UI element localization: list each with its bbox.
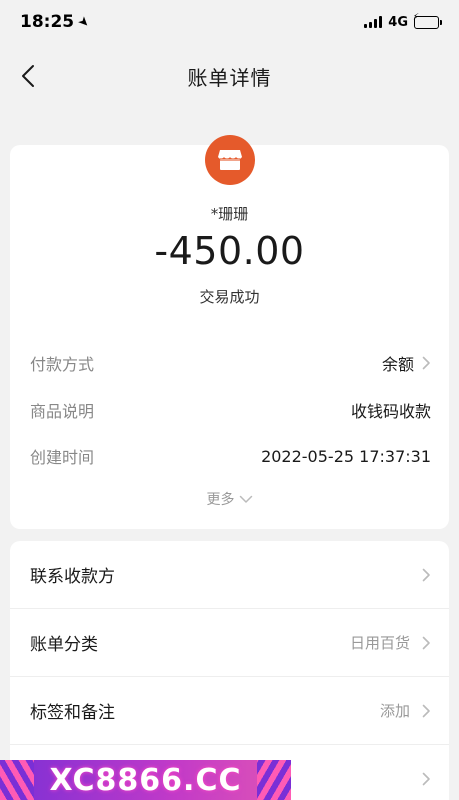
- watermark-banner: XC8866.CC: [0, 760, 291, 800]
- transaction-amount: -450.00: [154, 229, 305, 273]
- detail-label: 付款方式: [30, 355, 95, 374]
- chevron-right-icon: [422, 568, 430, 581]
- battery-charging-icon: ⚡: [413, 12, 442, 29]
- detail-row-created-time: 创建时间 2022-05-25 17:37:31: [30, 441, 431, 471]
- chevron-right-icon: [422, 636, 430, 649]
- nav-bar: 账单详情: [0, 48, 459, 104]
- tags-notes-row[interactable]: 标签和备注 添加: [10, 677, 449, 745]
- location-arrow-icon: ➤: [74, 12, 93, 32]
- contact-payee-row[interactable]: 联系收款方: [10, 541, 449, 609]
- chevron-right-icon: [422, 772, 430, 786]
- status-time: 18:25: [20, 12, 75, 32]
- more-label: 更多: [206, 492, 235, 508]
- chevron-right-icon: [422, 356, 430, 370]
- bill-summary-card: *珊珊 -450.00 交易成功 付款方式 余额 商品说明 收钱码收款 创建时间…: [10, 135, 449, 529]
- payee-name: *珊珊: [210, 205, 249, 223]
- chevron-left-icon: [22, 65, 34, 87]
- detail-value: 余额: [381, 355, 414, 374]
- action-label: 账单分类: [30, 635, 98, 655]
- detail-value: 收钱码收款: [350, 402, 431, 421]
- action-label: 联系收款方: [30, 567, 115, 587]
- action-label: 标签和备注: [30, 703, 115, 723]
- chevron-down-icon: [239, 495, 252, 503]
- status-bar: 18:25 ➤ 4G ⚡: [0, 0, 459, 44]
- detail-value: 2022-05-25 17:37:31: [261, 446, 431, 466]
- detail-row-payment-method[interactable]: 付款方式 余额: [30, 348, 431, 378]
- action-value: 添加: [379, 702, 410, 720]
- action-value: 日用百货: [349, 634, 410, 652]
- transaction-status: 交易成功: [199, 288, 260, 306]
- signal-icon: [364, 16, 383, 28]
- detail-row-product-description: 商品说明 收钱码收款: [30, 395, 431, 425]
- back-button[interactable]: [12, 60, 44, 92]
- page-title: 账单详情: [187, 65, 272, 90]
- shop-icon: [204, 135, 255, 185]
- more-button[interactable]: 更多: [10, 489, 449, 509]
- watermark-text: XC8866.CC: [49, 762, 242, 798]
- network-type: 4G: [388, 14, 408, 30]
- chevron-right-icon: [422, 704, 430, 717]
- detail-label: 创建时间: [30, 448, 95, 467]
- bill-category-row[interactable]: 账单分类 日用百货: [10, 609, 449, 677]
- detail-label: 商品说明: [30, 402, 95, 421]
